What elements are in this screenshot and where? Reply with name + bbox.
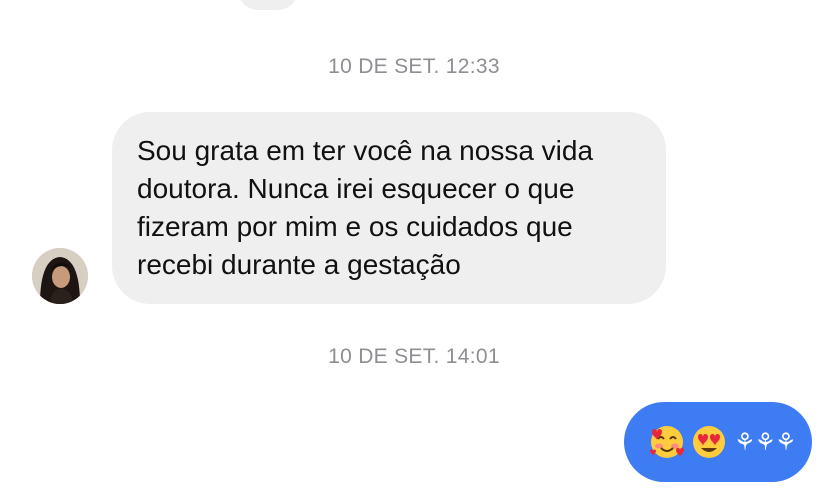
heart-eyes-icon	[693, 426, 725, 458]
message-timestamp: 10 DE SET. 14:01	[328, 345, 500, 368]
message-text-line: fizeram por mim e os cuidados que	[137, 211, 573, 242]
incoming-message-bubble[interactable]: Sou grata em ter você na nossa vida dout…	[112, 112, 666, 304]
smiling-face-with-hearts-icon	[650, 426, 684, 458]
message-text-line: Sou grata em ter você na nossa vida	[137, 135, 594, 166]
message-text-line: doutora. Nunca irei esquecer o que	[137, 173, 575, 204]
message-timestamp: 10 DE SET. 12:33	[328, 55, 500, 78]
sender-avatar[interactable]	[32, 248, 88, 304]
flowers-icon: ⚘⚘⚘	[734, 428, 797, 456]
previous-message-bubble	[238, 0, 298, 10]
avatar-photo	[32, 248, 88, 304]
message-text-line: recebi durante a gestação	[137, 249, 461, 280]
outgoing-message-bubble[interactable]: ⚘⚘⚘	[624, 402, 812, 482]
